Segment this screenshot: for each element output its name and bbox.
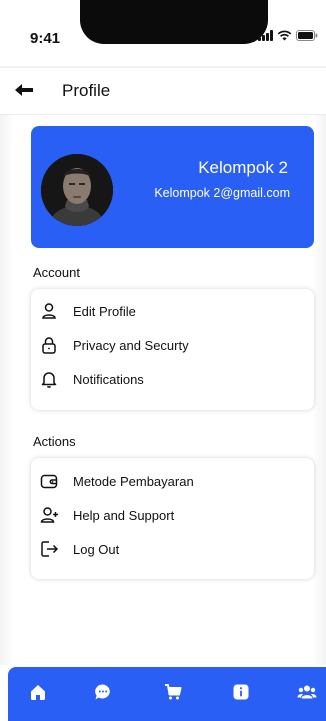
chat-icon [94,683,112,706]
actions-menu-card: Metode Pembayaran Help and Support Log O… [31,458,314,579]
info-icon [232,683,250,706]
user-icon [39,301,59,321]
menu-item-label: Edit Profile [73,304,136,319]
menu-item-help-support[interactable]: Help and Support [31,500,314,530]
status-icons [258,30,318,41]
profile-name: Kelompok 2 [198,158,288,177]
status-divider [0,66,326,68]
side-shade [312,115,326,665]
menu-item-label: Metode Pembayaran [73,474,194,489]
bottom-nav [8,667,326,721]
logout-icon [39,539,59,559]
section-label-actions: Actions [33,434,76,449]
nav-home[interactable] [27,684,49,704]
nav-chat[interactable] [92,683,114,706]
menu-item-payment-method[interactable]: Metode Pembayaran [31,466,314,496]
menu-item-log-out[interactable]: Log Out [31,534,314,564]
nav-users[interactable] [296,684,318,704]
menu-item-edit-profile[interactable]: Edit Profile [31,296,314,326]
users-icon [297,684,317,705]
menu-item-label: Help and Support [73,508,175,523]
status-bar: 9:41 [0,0,326,62]
menu-item-privacy[interactable]: Privacy and Securty [31,330,314,360]
nav-cart[interactable] [162,683,184,706]
menu-item-label: Notifications [73,372,144,387]
arrow-left-icon [14,83,34,102]
bell-icon [39,369,59,389]
cart-icon [164,683,182,706]
lock-icon [39,335,59,355]
profile-email: Kelompok 2@gmail.com [154,186,290,200]
side-shade [0,115,14,665]
profile-card[interactable]: Kelompok 2 Kelompok 2@gmail.com [31,126,314,248]
page-title: Profile [62,81,111,100]
menu-item-notifications[interactable]: Notifications [31,364,314,394]
device-notch [80,0,268,44]
menu-item-label: Log Out [73,542,120,557]
wallet-icon [39,471,59,491]
home-icon [29,683,47,706]
header-divider [0,114,326,115]
back-button[interactable] [12,82,36,102]
wifi-icon [277,30,292,41]
user-plus-icon [39,505,59,525]
profile-screen: 9:41 Profile Kelompok 2 Kelompok 2@gmail… [0,0,326,721]
avatar [41,154,113,226]
nav-info[interactable] [230,684,252,704]
signal-icon [258,30,273,41]
section-label-account: Account [33,265,80,280]
app-header: Profile [0,70,326,114]
account-menu-card: Edit Profile Privacy and Securty Notific… [31,289,314,410]
menu-item-label: Privacy and Securty [73,338,189,353]
status-time: 9:41 [30,30,61,47]
battery-icon [296,30,318,41]
